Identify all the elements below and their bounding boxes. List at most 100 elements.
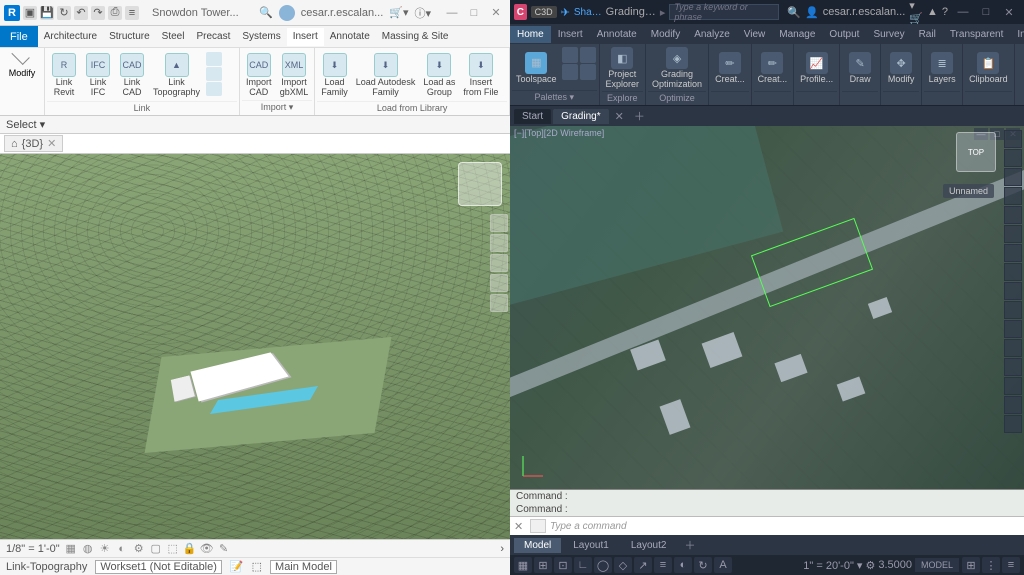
workset-dropdown[interactable]: Workset1 (Not Editable) — [95, 560, 222, 574]
qat-print-icon[interactable]: ⎙ — [108, 6, 122, 20]
cycling-icon[interactable]: ↻ — [694, 557, 712, 573]
load-autodesk-family-button[interactable]: ⬇Load AutodeskFamily — [352, 50, 420, 101]
minimize-button[interactable]: — — [442, 6, 462, 20]
view-cube[interactable]: TOP — [956, 132, 996, 172]
sheet-set-icon[interactable] — [562, 64, 578, 80]
home-view-icon[interactable] — [490, 214, 508, 232]
point-cloud-icon[interactable] — [206, 82, 222, 96]
search-input[interactable]: Type a keyword or phrase — [669, 4, 779, 20]
qat-measure-icon[interactable]: ≡ — [125, 6, 139, 20]
visual-style-icon[interactable]: ◍ — [81, 542, 95, 556]
tab-infraworks[interactable]: InfraWorks — [1010, 26, 1024, 43]
signin-icon[interactable]: 👤 — [805, 6, 819, 19]
user-name[interactable]: cesar.r.escalan... — [823, 6, 906, 18]
tab-insert[interactable]: Insert — [287, 28, 324, 46]
shadows-icon[interactable]: ◐ — [115, 542, 129, 556]
grid-icon[interactable]: ⊞ — [534, 557, 552, 573]
layout-model[interactable]: Model — [514, 538, 561, 553]
zoom-icon[interactable] — [490, 274, 508, 292]
help-icon[interactable]: ? — [942, 6, 948, 18]
otrack-icon[interactable]: ↗ — [634, 557, 652, 573]
ortho-icon[interactable]: ∟ — [574, 557, 592, 573]
modify-button[interactable]: Modify — [4, 68, 40, 78]
crop-view-icon[interactable]: ▢ — [149, 542, 163, 556]
layout-2[interactable]: Layout2 — [621, 538, 677, 553]
nav-tool-icon[interactable] — [1004, 396, 1022, 414]
nav-tool-icon[interactable] — [1004, 282, 1022, 300]
add-layout-icon[interactable]: ＋ — [678, 537, 701, 553]
file-tab[interactable]: File — [0, 26, 38, 47]
tab-massing-site[interactable]: Massing & Site — [376, 28, 455, 45]
maximize-button[interactable]: □ — [975, 4, 997, 20]
qat-redo-icon[interactable]: ↷ — [91, 6, 105, 20]
nav-tool-icon[interactable] — [1004, 320, 1022, 338]
nav-tool-icon[interactable] — [1004, 415, 1022, 433]
modify-button[interactable]: ✥Modify — [883, 46, 919, 91]
tab-steel[interactable]: Steel — [156, 28, 191, 45]
grid-display-icon[interactable]: ⊞ — [962, 557, 980, 573]
cart-icon[interactable]: 🛒▾ — [389, 6, 408, 19]
dwf-markup-icon[interactable] — [206, 52, 222, 66]
chevron-right-icon[interactable]: › — [500, 543, 504, 555]
tab-architecture[interactable]: Architecture — [38, 28, 103, 45]
customize-icon[interactable]: ≡ — [1002, 557, 1020, 573]
search-icon[interactable]: 🔍 — [259, 6, 273, 19]
nav-tool-icon[interactable] — [1004, 339, 1022, 357]
detail-level-icon[interactable]: ▦ — [64, 542, 78, 556]
lock-3d-icon[interactable]: 🔒 — [183, 542, 197, 556]
profile-button[interactable]: 📈Profile... — [796, 46, 837, 91]
reveal-constraints-icon[interactable]: ✎ — [217, 542, 231, 556]
link-topography-button[interactable]: ▲LinkTopography — [149, 50, 204, 101]
close-button[interactable]: ✕ — [998, 4, 1020, 20]
zoom-extents-icon[interactable] — [1004, 168, 1022, 186]
tab-modify[interactable]: Modify — [644, 26, 687, 43]
view-tab-3d[interactable]: ⌂ {3D} ✕ — [4, 135, 63, 152]
rendering-icon[interactable]: ⚙ — [132, 542, 146, 556]
design-option-dropdown[interactable]: Main Model — [270, 560, 337, 574]
nav-tool-icon[interactable] — [1004, 358, 1022, 376]
tab-structure[interactable]: Structure — [103, 28, 156, 45]
full-nav-wheel-icon[interactable] — [490, 234, 508, 252]
tab-output[interactable]: Output — [822, 26, 866, 43]
nav-tool-icon[interactable] — [1004, 225, 1022, 243]
transparency-icon[interactable]: ◐ — [674, 557, 692, 573]
load-as-group-button[interactable]: ⬇Load asGroup — [419, 50, 459, 101]
nav-tool-icon[interactable] — [1004, 377, 1022, 395]
properties-icon[interactable] — [562, 47, 578, 63]
tab-manage[interactable]: Manage — [772, 26, 822, 43]
grading-optimization-button[interactable]: ◈GradingOptimization — [648, 46, 706, 91]
lineweight-icon[interactable]: ≡ — [654, 557, 672, 573]
search-icon[interactable]: 🔍 — [787, 6, 801, 19]
tab-home[interactable]: Home — [510, 26, 551, 43]
close-button[interactable]: ✕ — [486, 6, 506, 20]
qat-sync-icon[interactable]: ↻ — [57, 6, 71, 20]
orbit-icon[interactable] — [490, 294, 508, 312]
help-icon[interactable]: ⓘ▾ — [414, 5, 431, 21]
share-button[interactable]: Sha… — [574, 7, 602, 18]
tab-analyze[interactable]: Analyze — [687, 26, 737, 43]
tab-systems[interactable]: Systems — [236, 28, 286, 45]
sun-path-icon[interactable]: ☀ — [98, 542, 112, 556]
wcs-icon[interactable] — [518, 451, 548, 481]
doc-tab-start[interactable]: Start — [514, 109, 551, 124]
showmotion-icon[interactable] — [1004, 206, 1022, 224]
modelspace-icon[interactable]: ▦ — [514, 557, 532, 573]
editable-only-icon[interactable]: 📝 — [230, 560, 244, 573]
toolspace-button[interactable]: ▦Toolspace — [512, 46, 561, 90]
minimize-button[interactable]: — — [952, 4, 974, 20]
command-input[interactable]: Type a command — [550, 521, 1020, 532]
tab-view[interactable]: View — [737, 26, 773, 43]
nav-wheel-icon[interactable] — [1004, 130, 1022, 148]
pan-icon[interactable] — [490, 254, 508, 272]
maximize-button[interactable]: □ — [464, 6, 484, 20]
tab-rail[interactable]: Rail — [912, 26, 943, 43]
osnap-icon[interactable]: ◇ — [614, 557, 632, 573]
load-family-button[interactable]: ⬇LoadFamily — [317, 50, 352, 101]
civil3d-viewport[interactable]: [−][Top][2D Wireframe] — □ ✕ TOP Unnamed — [510, 126, 1024, 489]
tab-annotate[interactable]: Annotate — [324, 28, 376, 45]
nav-tool-icon[interactable] — [1004, 263, 1022, 281]
new-tab-icon[interactable]: ✕ — [611, 110, 628, 123]
model-button[interactable]: MODEL — [915, 558, 959, 572]
create-design-button[interactable]: ✏Creat... — [754, 46, 792, 91]
view-cube[interactable] — [458, 162, 502, 206]
